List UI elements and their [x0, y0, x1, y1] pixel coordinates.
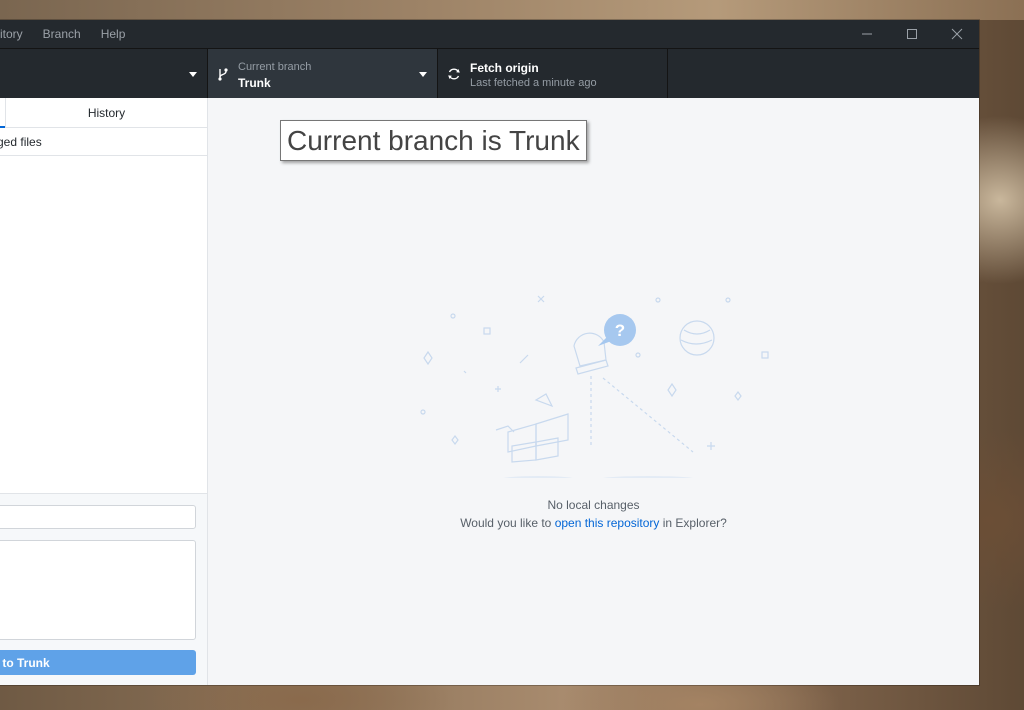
empty-state-illustration: ? [420, 295, 769, 478]
empty-state-title: No local changes [547, 498, 640, 512]
chevron-down-icon [419, 72, 427, 77]
svg-text:?: ? [615, 321, 625, 340]
changed-files-label: ged files [0, 135, 42, 149]
open-repository-link[interactable]: open this repository [555, 516, 660, 530]
menu-help[interactable]: Help [101, 27, 126, 41]
commit-area: t to Trunk [0, 493, 207, 685]
close-icon [951, 28, 962, 40]
commit-button[interactable]: t to Trunk [0, 650, 196, 675]
commit-summary-input[interactable] [0, 505, 196, 529]
commit-description-input[interactable] [0, 540, 196, 640]
menu-bar: sitory Branch Help [0, 20, 145, 48]
title-bar: sitory Branch Help [0, 20, 979, 48]
fetch-origin-button[interactable]: Fetch origin Last fetched a minute ago [438, 49, 668, 99]
commit-button-label: t to Trunk [0, 655, 50, 670]
branch-value: Trunk [238, 76, 271, 90]
branch-label: Current branch [238, 61, 312, 73]
maximize-icon [906, 29, 917, 39]
branch-icon [218, 68, 228, 81]
fetch-status: Last fetched a minute ago [470, 77, 597, 89]
main-panel: Current branch is Trunk ? No local chang… [208, 98, 979, 685]
maximize-button[interactable] [889, 20, 934, 48]
empty-state-suggestion: Would you like to open this repository i… [208, 516, 979, 530]
window-controls [844, 20, 979, 48]
suggestion-suffix: in Explorer? [659, 516, 727, 530]
menu-branch[interactable]: Branch [43, 27, 81, 41]
sidebar: History ged files t to Trunk [0, 98, 208, 685]
sidebar-tabs: History [0, 98, 207, 128]
menu-repository[interactable]: sitory [0, 27, 23, 41]
toolbar: Current branch Trunk Fetch origin Last f… [0, 48, 979, 99]
app-window: sitory Branch Help [0, 20, 979, 685]
changed-files-header: ged files [0, 128, 207, 156]
suggestion-prefix: Would you like to [460, 516, 555, 530]
minimize-icon [861, 33, 872, 35]
fetch-label: Fetch origin [470, 61, 539, 75]
tooltip: Current branch is Trunk [280, 120, 587, 161]
desktop-background [0, 0, 1024, 20]
close-button[interactable] [934, 20, 979, 48]
tab-history[interactable]: History [6, 98, 207, 127]
chevron-down-icon [189, 72, 197, 77]
sync-icon [448, 68, 460, 80]
minimize-button[interactable] [844, 20, 889, 48]
branch-selector[interactable]: Current branch Trunk [208, 49, 438, 99]
repository-selector[interactable] [0, 49, 208, 99]
